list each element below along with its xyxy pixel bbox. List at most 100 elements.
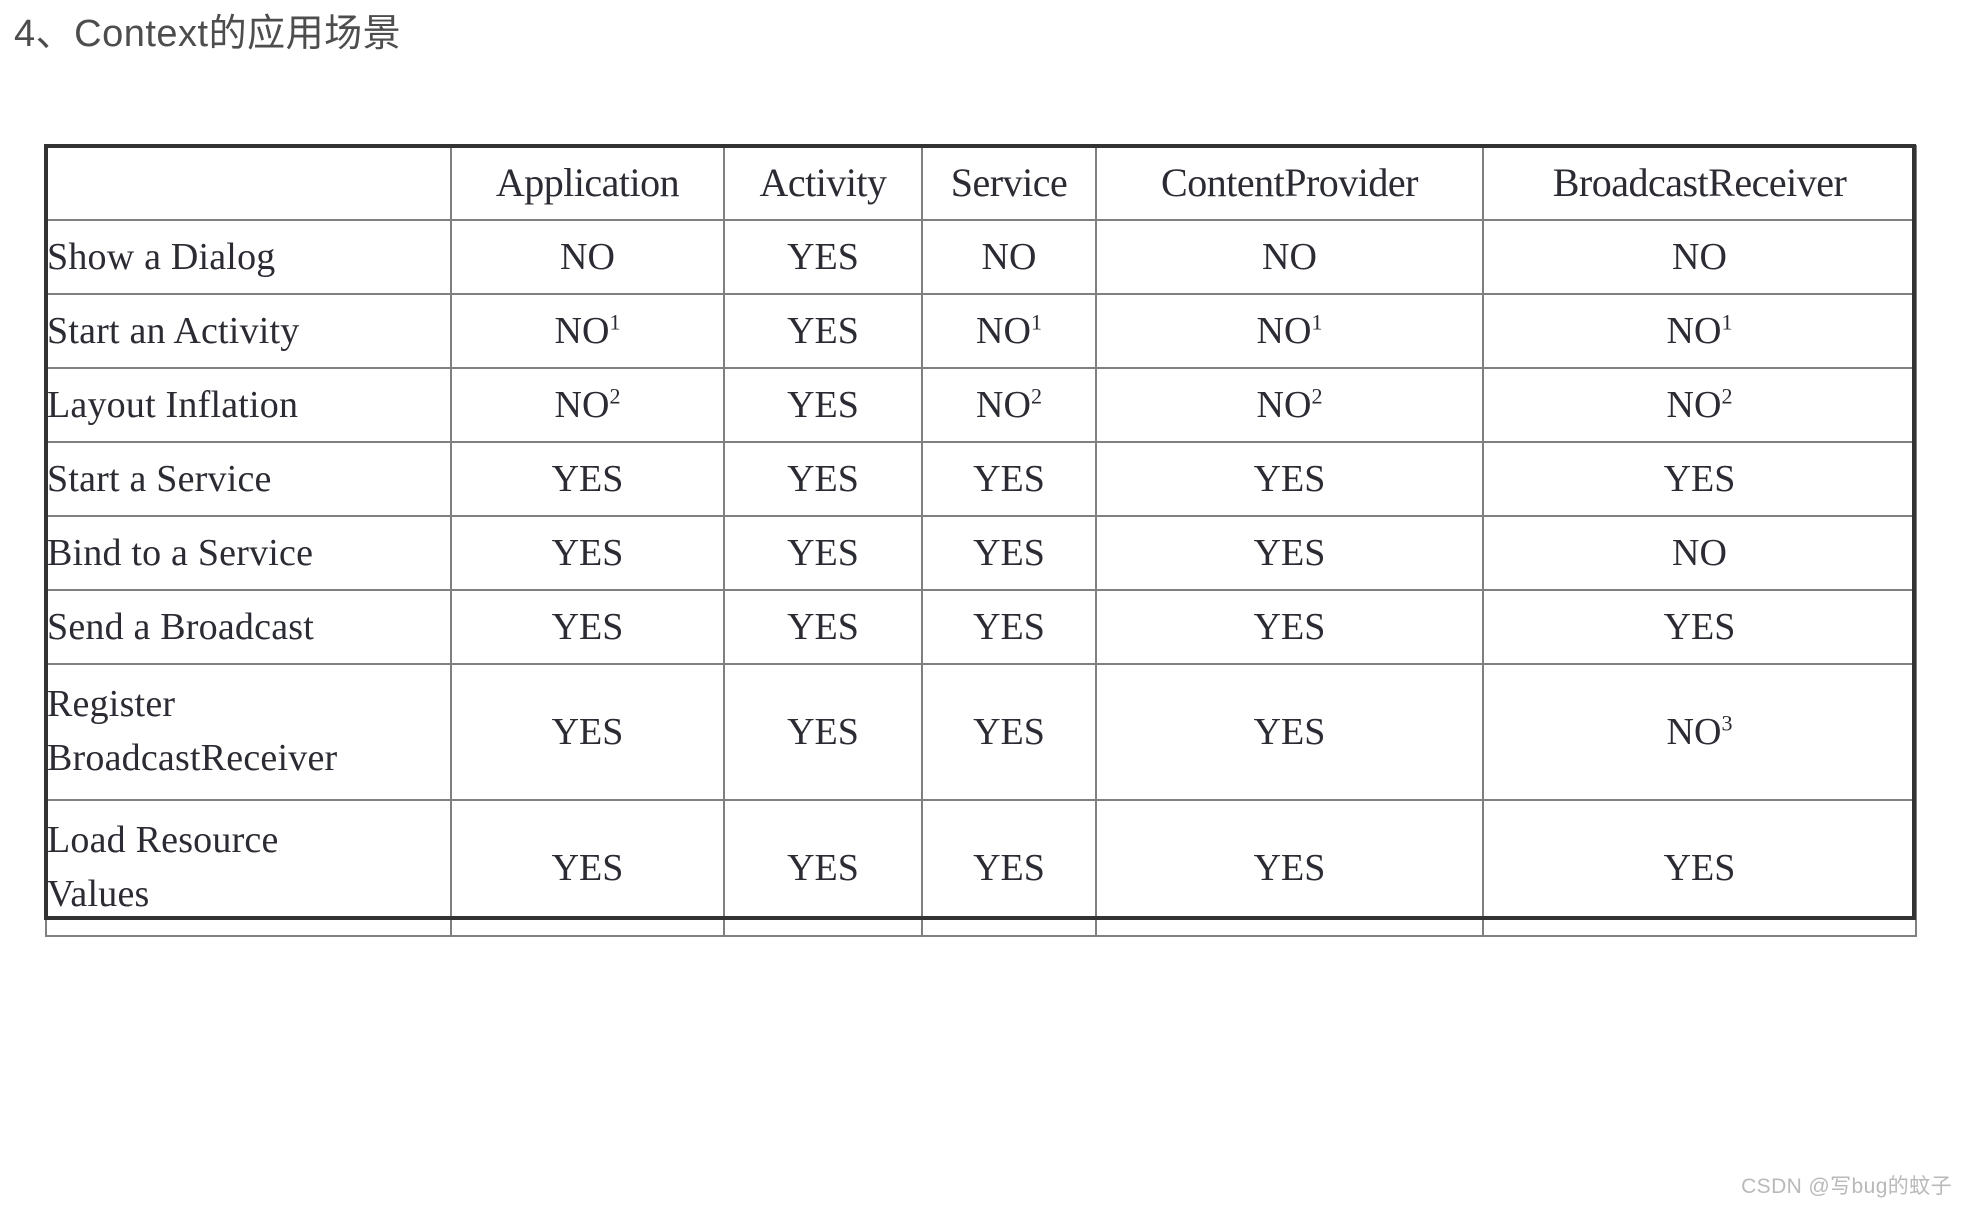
- table-row: Register BroadcastReceiver YES YES YES YES NO3: [45, 663, 1917, 801]
- row-label-line2: Values: [47, 873, 150, 915]
- row-label-line1: Bind to a Service: [47, 531, 314, 574]
- footnote-marker: 2: [1721, 382, 1733, 408]
- cell-text: NO: [981, 235, 1037, 278]
- column-header-activity: Activity: [723, 145, 923, 221]
- cell-value: YES: [450, 441, 725, 517]
- cell-value: YES: [723, 799, 923, 937]
- cell-value: NO2: [1095, 367, 1484, 443]
- cell-value: NO2: [1482, 367, 1917, 443]
- context-capability-table: Application Activity Service ContentProv…: [45, 145, 1917, 937]
- cell-text: NO: [1262, 235, 1317, 278]
- cell-value: NO2: [921, 367, 1097, 443]
- table-header: Application Activity Service ContentProv…: [45, 145, 1917, 221]
- cell-text: YES: [787, 383, 859, 426]
- row-label: Load Resource Values: [45, 799, 452, 937]
- row-label-line1: Register: [47, 683, 176, 726]
- table-corner-cell: [45, 145, 452, 221]
- table-row: Send a Broadcast YES YES YES YES YES: [45, 589, 1917, 665]
- cell-text: YES: [787, 710, 859, 753]
- table-row: Show a Dialog NO YES NO NO NO: [45, 219, 1917, 295]
- cell-value: NO: [921, 219, 1097, 295]
- footnote-marker: 2: [609, 382, 621, 408]
- cell-value: NO1: [1482, 293, 1917, 369]
- cell-text: NO: [560, 235, 615, 278]
- row-label: Start an Activity: [45, 293, 452, 369]
- cell-value: YES: [1095, 441, 1484, 517]
- cell-text: YES: [1663, 457, 1736, 500]
- table-row: Start a Service YES YES YES YES YES: [45, 441, 1917, 517]
- cell-text: YES: [973, 605, 1045, 648]
- cell-text: YES: [551, 710, 624, 753]
- cell-text: YES: [551, 846, 624, 889]
- footnote-marker: 2: [1311, 382, 1323, 408]
- cell-text: YES: [551, 605, 624, 648]
- cell-value: NO1: [1095, 293, 1484, 369]
- cell-text: NO: [1672, 235, 1727, 278]
- cell-value: YES: [1095, 589, 1484, 665]
- cell-text: NO: [1256, 309, 1312, 352]
- row-label: Layout Inflation: [45, 367, 452, 443]
- cell-text: YES: [787, 605, 859, 648]
- cell-text: YES: [787, 235, 859, 278]
- cell-text: YES: [1253, 846, 1326, 889]
- cell-text: YES: [1253, 531, 1326, 574]
- cell-value: YES: [921, 799, 1097, 937]
- cell-value: YES: [723, 293, 923, 369]
- table-row: Layout Inflation NO2 YES NO2 NO2 NO2: [45, 367, 1917, 443]
- cell-value: NO1: [450, 293, 725, 369]
- row-label-line2: BroadcastReceiver: [47, 737, 338, 779]
- cell-value: YES: [1482, 799, 1917, 937]
- footnote-marker: 1: [609, 308, 621, 334]
- cell-value: YES: [1095, 799, 1484, 937]
- cell-value: YES: [450, 589, 725, 665]
- cell-value: YES: [921, 515, 1097, 591]
- row-label: Send a Broadcast: [45, 589, 452, 665]
- row-label: Register BroadcastReceiver: [45, 663, 452, 801]
- cell-value: NO: [1482, 515, 1917, 591]
- cell-text: YES: [1253, 710, 1326, 753]
- footnote-marker: 3: [1721, 709, 1733, 735]
- row-label-line1: Layout Inflation: [47, 383, 299, 426]
- row-label-line1: Send a Broadcast: [47, 605, 315, 648]
- table-row: Start an Activity NO1 YES NO1 NO1 NO1: [45, 293, 1917, 369]
- cell-value: YES: [450, 663, 725, 801]
- cell-text: YES: [1253, 605, 1326, 648]
- cell-value: YES: [723, 441, 923, 517]
- cell-text: NO: [1672, 531, 1727, 574]
- page-title: 4、Context的应用场景: [14, 13, 402, 55]
- cell-text: NO: [1666, 309, 1722, 352]
- cell-text: NO: [1256, 383, 1312, 426]
- cell-value: YES: [1482, 441, 1917, 517]
- cell-text: YES: [973, 457, 1045, 500]
- table-row: Bind to a Service YES YES YES YES NO: [45, 515, 1917, 591]
- cell-value: NO3: [1482, 663, 1917, 801]
- cell-value: NO2: [450, 367, 725, 443]
- cell-value: YES: [723, 515, 923, 591]
- cell-value: YES: [723, 367, 923, 443]
- row-label: Bind to a Service: [45, 515, 452, 591]
- column-header-broadcastreceiver: BroadcastReceiver: [1482, 145, 1917, 221]
- column-header-contentprovider: ContentProvider: [1095, 145, 1484, 221]
- column-header-application: Application: [450, 145, 725, 221]
- cell-text: YES: [1253, 457, 1326, 500]
- footnote-marker: 1: [1030, 308, 1042, 334]
- cell-value: YES: [450, 515, 725, 591]
- cell-value: YES: [921, 441, 1097, 517]
- cell-text: YES: [787, 531, 859, 574]
- row-label: Show a Dialog: [45, 219, 452, 295]
- table-header-row: Application Activity Service ContentProv…: [45, 145, 1917, 221]
- cell-value: NO: [450, 219, 725, 295]
- footnote-marker: 2: [1030, 382, 1042, 408]
- cell-text: YES: [973, 531, 1045, 574]
- row-label-line1: Load Resource: [47, 819, 279, 862]
- row-label-line1: Start a Service: [47, 457, 272, 500]
- cell-text: NO: [554, 309, 610, 352]
- cell-text: YES: [1663, 605, 1736, 648]
- cell-value: YES: [450, 799, 725, 937]
- cell-value: YES: [723, 589, 923, 665]
- cell-value: NO: [1482, 219, 1917, 295]
- row-label: Start a Service: [45, 441, 452, 517]
- cell-value: YES: [1095, 515, 1484, 591]
- cell-text: NO: [976, 309, 1031, 352]
- cell-value: NO: [1095, 219, 1484, 295]
